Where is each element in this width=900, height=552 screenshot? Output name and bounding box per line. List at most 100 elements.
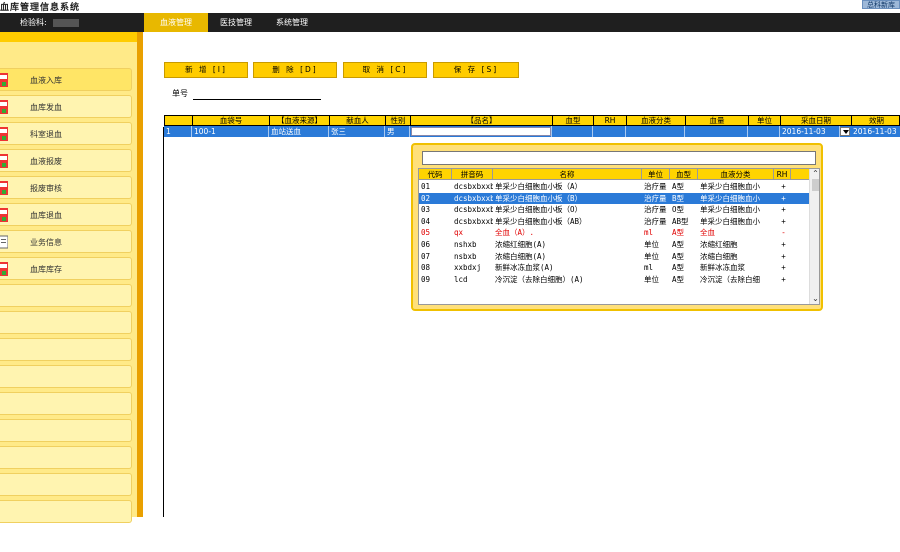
grid-header-cell: 【品名】 (411, 116, 553, 125)
list-item-cell: 04 (421, 216, 431, 226)
product-list: 代码 拼音码 名称 单位 血型 血液分类 RH 01 dcsbxbxxb 单采少白细… (418, 168, 820, 305)
list-item-cell: A型 (672, 263, 685, 273)
sidebar-item-dept-return[interactable]: 科室退血 (0, 122, 132, 145)
product-header-cell: 拼音码 (452, 169, 493, 180)
product-search-input[interactable] (422, 151, 816, 165)
grid-header-cell: 血液分类 (627, 116, 686, 125)
list-item-cell: 单采少白细胞血小 (700, 193, 760, 203)
list-item-cell: nshxb (454, 240, 477, 249)
cancel-button[interactable]: 取 消 [C] (343, 62, 427, 78)
add-button[interactable]: 新 增 [I] (164, 62, 248, 78)
save-button[interactable]: 保 存 [S] (433, 62, 519, 78)
sidebar-item-empty (0, 338, 132, 361)
grid-header-cell: 献血人 (330, 116, 386, 125)
sidebar-item-label: 血库库存 (30, 265, 62, 274)
cell-unit[interactable] (748, 126, 780, 137)
product-name-input[interactable] (411, 127, 551, 136)
cell-blood-category[interactable] (626, 126, 685, 137)
dept-label: 检验科: (20, 17, 79, 28)
title-bar: 血库管理信息系统 总科新库 (0, 0, 900, 13)
list-item-cell: ml (644, 228, 654, 238)
list-item[interactable]: 05 qx 全血（A）. ml A型 全血 - (419, 227, 809, 239)
sidebar-item-empty (0, 419, 132, 442)
cell-rh[interactable] (593, 126, 626, 137)
tab-blood-management[interactable]: 血液管理 (144, 13, 208, 32)
table-row[interactable]: 1 100-1 血站送血 张三 男 2016-11-03 2016-11-03 (164, 126, 900, 137)
list-item-cell: 浓缩白细胞 (700, 251, 738, 261)
list-item-cell: 治疗量 (644, 193, 667, 203)
row-index: 1 (164, 126, 192, 137)
sidebar-item-issue-blood[interactable]: 血库发血 (0, 95, 132, 118)
list-item[interactable]: 08 xxbdxj 新鲜冰冻血浆(A) ml A型 新鲜冰冻血浆 + (419, 262, 809, 274)
cell-gender[interactable]: 男 (385, 126, 410, 137)
grid-header-cell: 单位 (749, 116, 781, 125)
list-item[interactable]: 07 nsbxb 浓缩白细胞(A) 单位 A型 浓缩白细胞 + (419, 251, 809, 263)
product-header-cell: 血液分类 (698, 169, 774, 180)
list-item-cell: + (781, 263, 786, 273)
blood-bag-icon (0, 127, 8, 141)
scroll-up-icon[interactable]: ⌃ (810, 169, 819, 179)
list-item-cell: + (781, 205, 786, 215)
cell-collection-date[interactable]: 2016-11-03 (780, 126, 840, 137)
sidebar-item-scrap-review[interactable]: 报废审核 (0, 176, 132, 199)
list-item-cell: 单采少白细胞血小板（O） (495, 205, 583, 215)
list-item-cell: 治疗量 (644, 182, 667, 191)
cell-donor[interactable]: 张三 (329, 126, 385, 137)
cell-blood-source[interactable]: 血站送血 (269, 126, 329, 137)
list-item-cell: 治疗量 (644, 205, 667, 215)
scroll-thumb[interactable] (812, 179, 819, 191)
product-header-cell: RH (774, 169, 791, 180)
sidebar-item-business-info[interactable]: 业务信息 (0, 230, 132, 253)
list-item-cell: lcd (454, 274, 468, 284)
blood-bag-icon (0, 100, 8, 114)
list-item[interactable]: 03 dcsbxbxxb 单采少白细胞血小板（O） 治疗量 O型 单采少白细胞血小 + (419, 204, 809, 216)
list-item-cell: 单采少白细胞血小 (700, 182, 760, 191)
list-item-cell: AB型 (672, 216, 689, 226)
blood-bag-icon (0, 73, 8, 87)
list-item-cell: dcsbxbxxb (454, 205, 493, 215)
grid-header-cell: 【血液来源】 (270, 116, 330, 125)
list-item-cell: 单采少白细胞血小板（A） (495, 182, 583, 191)
delete-button[interactable]: 删 除 [D] (253, 62, 337, 78)
list-item-cell: dcsbxbxxb (454, 182, 493, 191)
sidebar-item-label: 血库退血 (30, 211, 62, 220)
list-item-cell: A型 (672, 182, 685, 191)
sidebar-item-bank-stock[interactable]: 血库库存 (0, 257, 132, 280)
tab-medtech-management[interactable]: 医技管理 (208, 13, 264, 32)
scroll-down-icon[interactable]: ⌄ (810, 294, 819, 304)
list-item[interactable]: 04 dcsbxbxxb 单采少白细胞血小板（AB） 治疗量 AB型 单采少白细胞血小 + (419, 216, 809, 228)
list-item[interactable]: 02 dcsbxbxxb 单采少白细胞血小板（B） 治疗量 B型 单采少白细胞血小 + (419, 192, 809, 205)
list-item-cell: A型 (672, 228, 685, 238)
cell-bag-number[interactable]: 100-1 (192, 126, 269, 137)
list-item[interactable]: 06 nshxb 浓缩红细胞(A) 单位 A型 浓缩红细胞 + (419, 239, 809, 251)
document-icon (0, 235, 8, 249)
cell-expiry[interactable]: 2016-11-03 (851, 126, 900, 137)
sidebar-item-bank-return[interactable]: 血库退血 (0, 203, 132, 226)
list-item[interactable]: 09 lcd 冷沉淀（去除白细胞）(A) 单位 A型 冷沉淀（去除白细 + (419, 274, 809, 286)
grid-left-border (163, 127, 164, 517)
list-item-cell: + (781, 251, 786, 261)
list-item-cell: A型 (672, 251, 685, 261)
grid-header-cell: 采血日期 (781, 116, 852, 125)
sidebar-item-blood-in[interactable]: 血液入库 (0, 68, 132, 91)
sidebar-item-blood-scrap[interactable]: 血液报废 (0, 149, 132, 172)
list-item-cell: + (781, 182, 786, 191)
sidebar-item-label: 报废审核 (30, 184, 62, 193)
order-number-input[interactable] (193, 99, 321, 100)
list-item-cell: nsbxb (454, 251, 477, 261)
grid-header-cell: 性别 (386, 116, 411, 125)
grid-header-cell: RH (594, 116, 627, 125)
list-item-cell: 05 (421, 228, 431, 238)
app-title: 血库管理信息系统 (0, 3, 81, 13)
chevron-down-icon[interactable] (840, 127, 850, 136)
cell-blood-type[interactable] (552, 126, 593, 137)
tab-system-management[interactable]: 系统管理 (264, 13, 320, 32)
list-item-cell: 治疗量 (644, 216, 667, 226)
product-list-scrollbar[interactable]: ⌃ ⌄ (809, 169, 819, 304)
grid-header-cell: 血量 (686, 116, 749, 125)
list-item-cell: 单位 (644, 251, 659, 261)
list-item[interactable]: 01 dcsbxbxxb 单采少白细胞血小板（A） 治疗量 A型 单采少白细胞血小 + (419, 181, 809, 193)
cell-volume[interactable] (685, 126, 748, 137)
list-item-cell: 新鲜冰冻血浆(A) (495, 263, 554, 273)
corner-label[interactable]: 总科新库 (862, 0, 900, 9)
